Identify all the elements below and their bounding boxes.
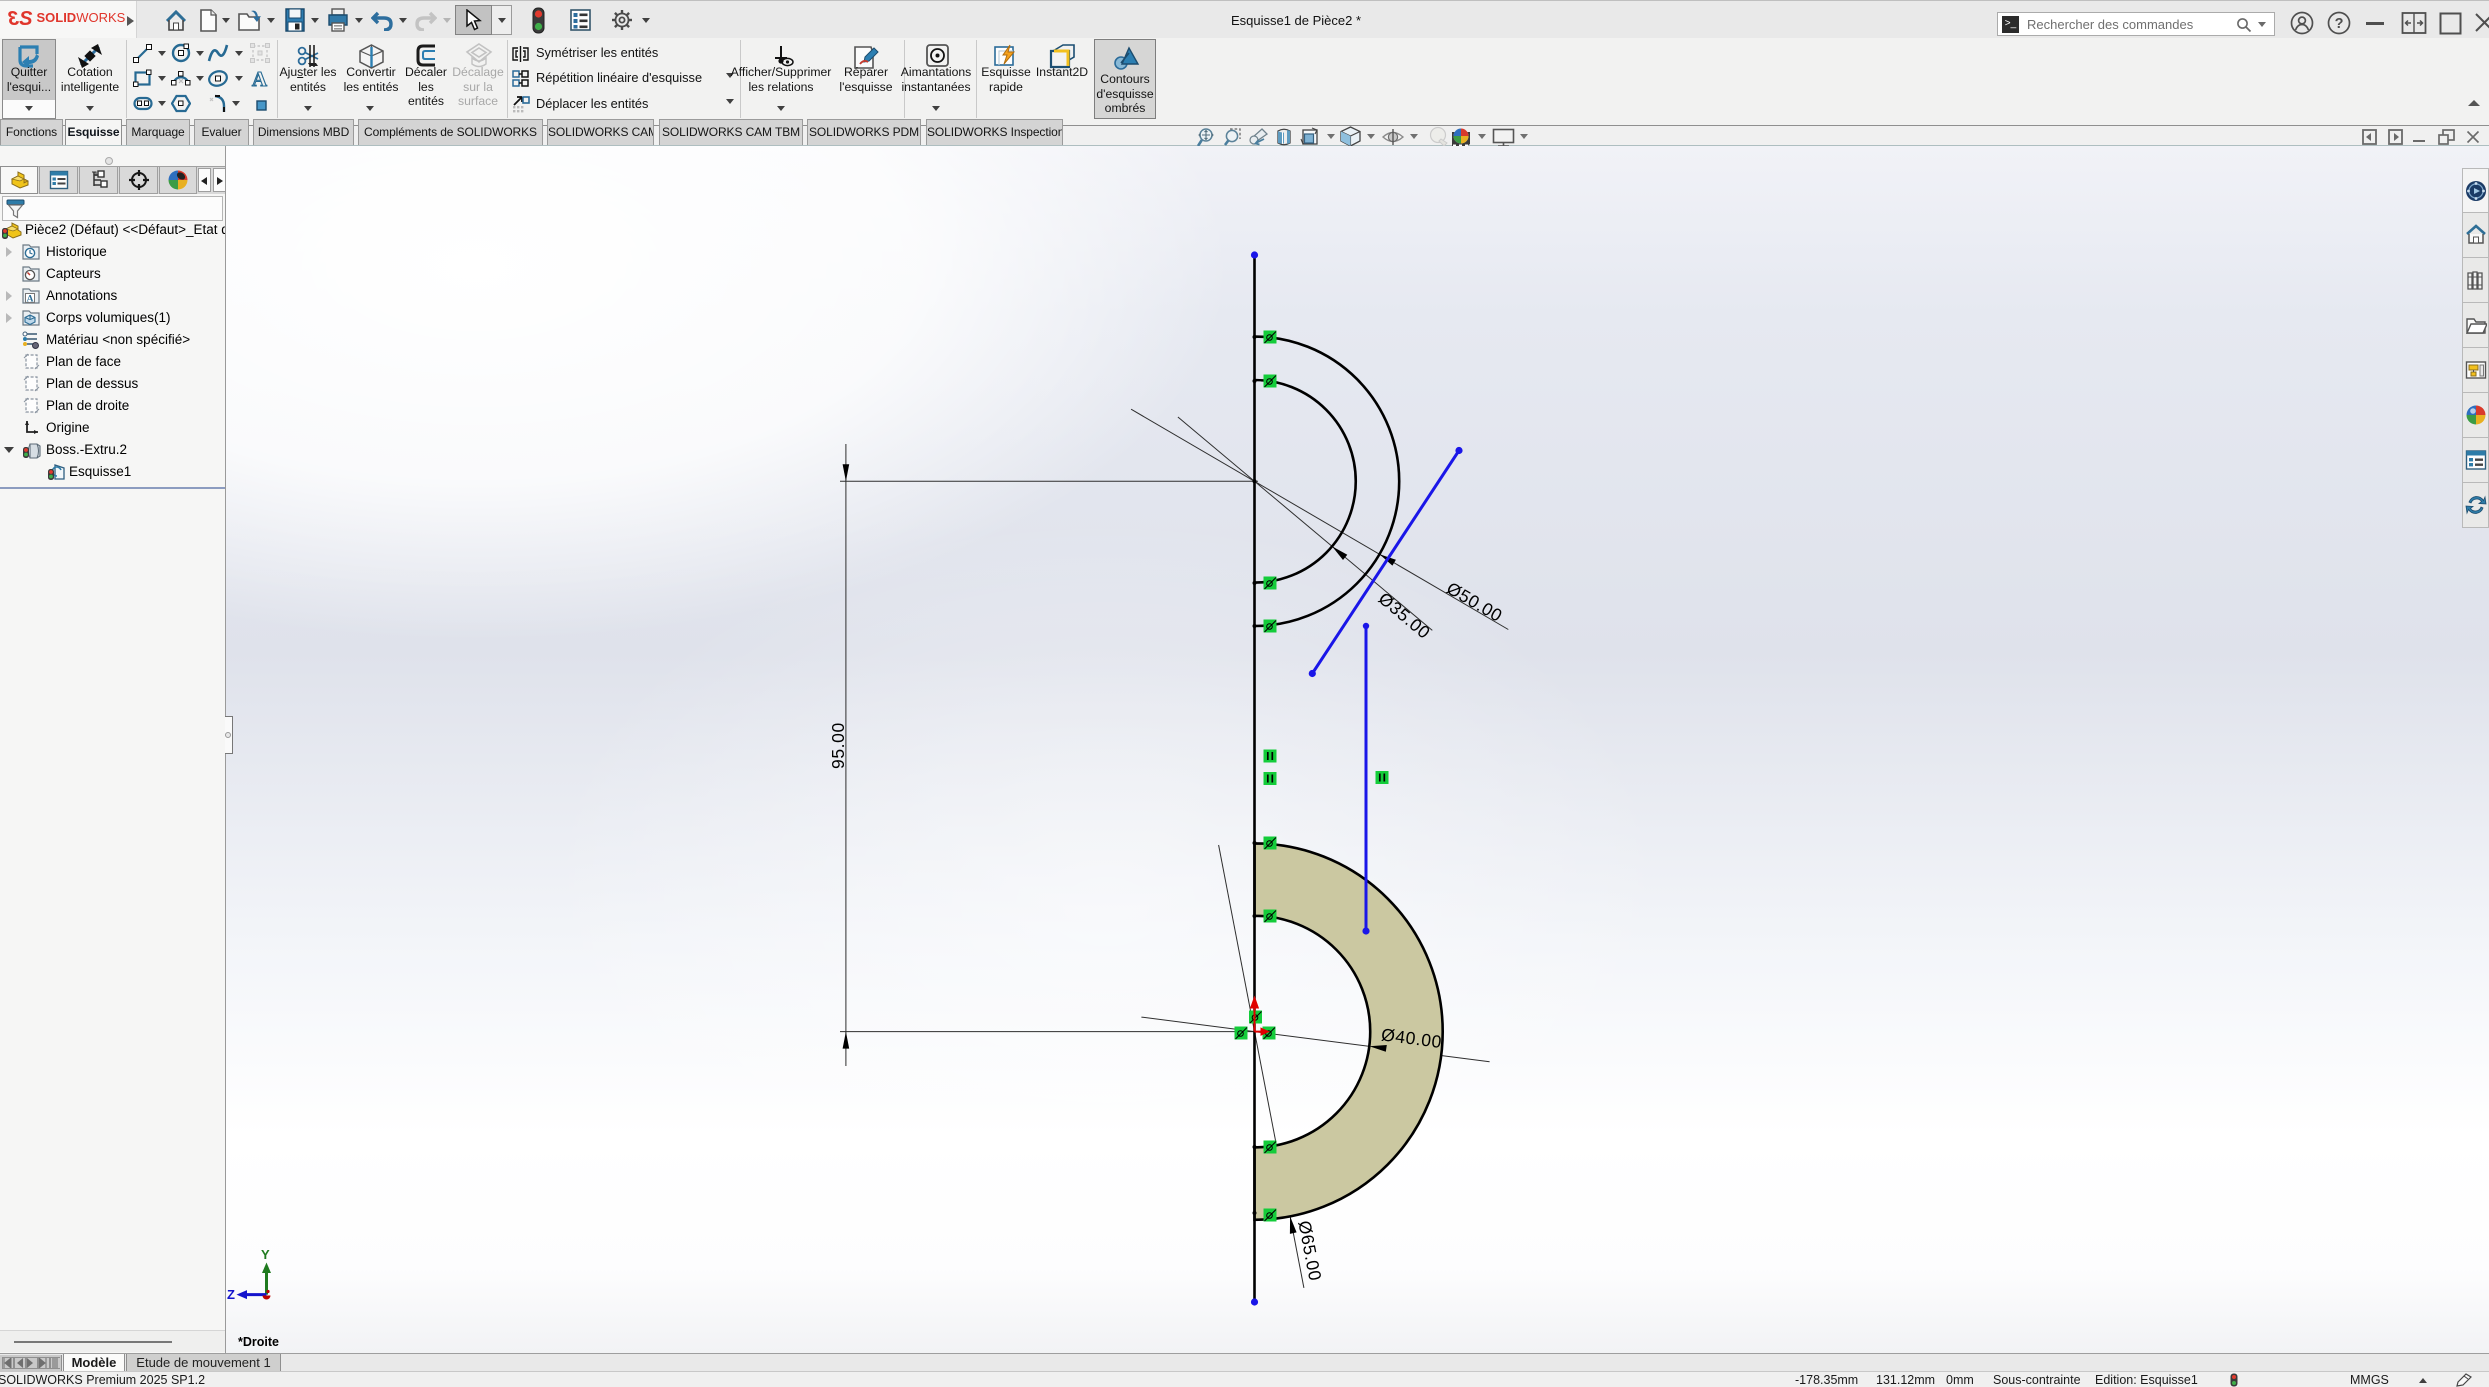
svg-text:Ø65.00: Ø65.00 <box>1294 1219 1325 1283</box>
svg-text:Ø50.00: Ø50.00 <box>1443 578 1506 626</box>
svg-text:Z: Z <box>227 1287 235 1302</box>
svg-text:95.00: 95.00 <box>828 722 848 769</box>
svg-text:Ø35.00: Ø35.00 <box>1375 588 1435 643</box>
svg-text:Y: Y <box>261 1247 270 1262</box>
